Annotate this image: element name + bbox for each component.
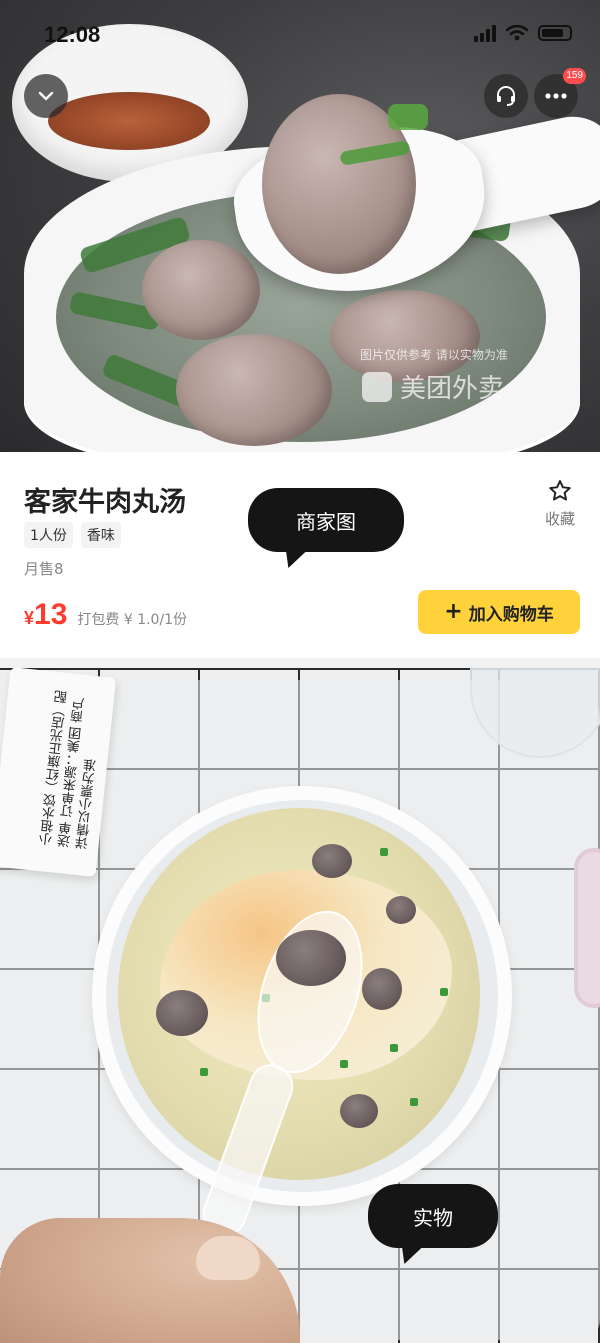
status-bar: 12:08	[0, 0, 600, 62]
meituan-logo-icon	[362, 371, 392, 402]
meatball	[142, 240, 260, 340]
favorite-button[interactable]: 收藏	[538, 478, 582, 529]
product-tag: 香味	[80, 522, 121, 548]
scallion-bit	[410, 1098, 418, 1106]
notification-badge: 159	[563, 68, 586, 84]
monthly-sales: 月售8	[24, 560, 64, 578]
customer-service-button[interactable]	[484, 74, 528, 118]
meatball	[156, 990, 208, 1036]
more-dots-icon	[545, 93, 567, 99]
star-icon	[549, 480, 571, 501]
product-tag: 1人份	[24, 522, 73, 548]
add-to-cart-label: 加入购物车	[468, 604, 554, 625]
battery-icon	[538, 25, 572, 41]
scallion-bit	[340, 1060, 348, 1068]
product-tags: 1人份 香味	[24, 522, 121, 548]
collapse-button[interactable]	[24, 74, 68, 118]
merchant-photo: 图片仅供参考 请以实物为准 美团外卖 12:08 159	[0, 0, 600, 452]
chevron-down-icon	[38, 91, 54, 101]
meatball	[362, 968, 402, 1010]
watermark: 美团外卖	[362, 368, 504, 405]
more-button[interactable]: 159	[534, 68, 586, 118]
price-row: ¥13 打包费 ¥ 1.0/1份	[24, 598, 187, 632]
meatball-on-spoon	[276, 930, 346, 986]
meatball	[312, 844, 352, 878]
price-value: 13	[34, 598, 68, 631]
scallion-bit	[390, 1044, 398, 1052]
meatball	[176, 334, 332, 446]
meatball	[340, 1094, 378, 1128]
status-icons	[474, 24, 572, 42]
status-time: 12:08	[44, 22, 101, 47]
real-photo-label: 实物	[368, 1184, 498, 1248]
thumb	[196, 1236, 260, 1280]
scallion-bit	[440, 988, 448, 996]
receipt-text: 小祖水饺（红旗正光店）配送单 订单来源：美团 商户详情以小票为准	[39, 689, 100, 851]
favorite-label: 收藏	[544, 510, 575, 528]
sauce	[48, 92, 210, 150]
merchant-photo-label: 商家图	[248, 488, 404, 552]
scallion-bit	[200, 1068, 208, 1076]
section-divider	[0, 658, 600, 668]
headset-icon	[497, 86, 515, 106]
meatball	[386, 896, 416, 924]
product-name: 客家牛肉丸汤	[24, 487, 186, 518]
wifi-icon	[506, 25, 528, 41]
scallion-bit	[380, 848, 388, 856]
packaging-fee: 打包费 ¥ 1.0/1份	[77, 612, 188, 628]
add-to-cart-button[interactable]: + 加入购物车	[418, 590, 580, 634]
real-photo: 小祖水饺（红旗正光店）配送单 订单来源：美团 商户详情以小票为准	[0, 668, 600, 1343]
price: ¥13	[24, 598, 67, 632]
price-currency: ¥	[24, 608, 35, 628]
signal-icon	[474, 24, 496, 42]
plus-icon: +	[444, 599, 463, 624]
watermark-caption: 图片仅供参考 请以实物为准	[360, 348, 508, 362]
watermark-brand: 美团外卖	[400, 374, 505, 404]
scallion-garnish	[388, 104, 428, 130]
